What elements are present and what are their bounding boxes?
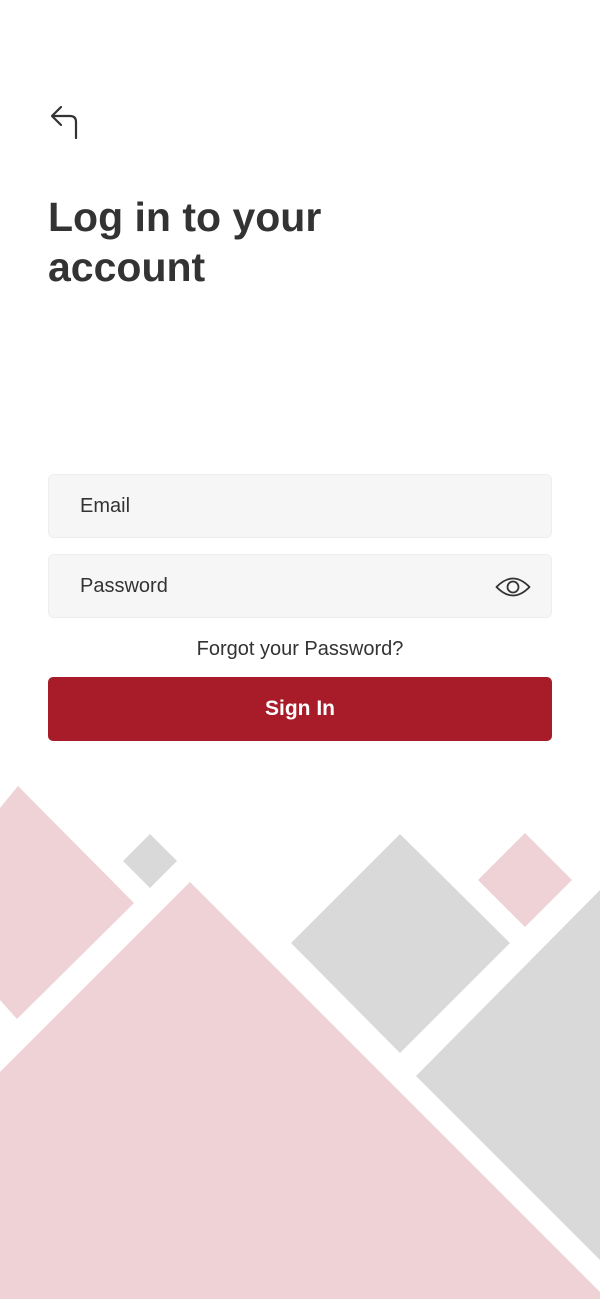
password-visibility-toggle[interactable]: [493, 571, 533, 603]
back-arrow-icon: [50, 105, 78, 140]
email-input[interactable]: [80, 475, 480, 537]
gray-center-diamond: [291, 834, 510, 1053]
gray-right-triangle: [416, 890, 600, 1260]
pink-left-diamond: [0, 786, 134, 1019]
password-field[interactable]: [48, 554, 552, 618]
password-input[interactable]: [80, 555, 480, 617]
page-title: Log in to your account: [48, 194, 322, 290]
gray-small-diamond: [123, 834, 177, 888]
forgot-password-link[interactable]: Forgot your Password?: [48, 636, 552, 662]
back-button[interactable]: [44, 100, 82, 144]
pink-large-triangle: [0, 882, 600, 1299]
pink-right-diamond: [478, 833, 572, 927]
email-field[interactable]: [48, 474, 552, 538]
eye-icon: [495, 577, 531, 597]
sign-in-button[interactable]: Sign In: [48, 677, 552, 741]
